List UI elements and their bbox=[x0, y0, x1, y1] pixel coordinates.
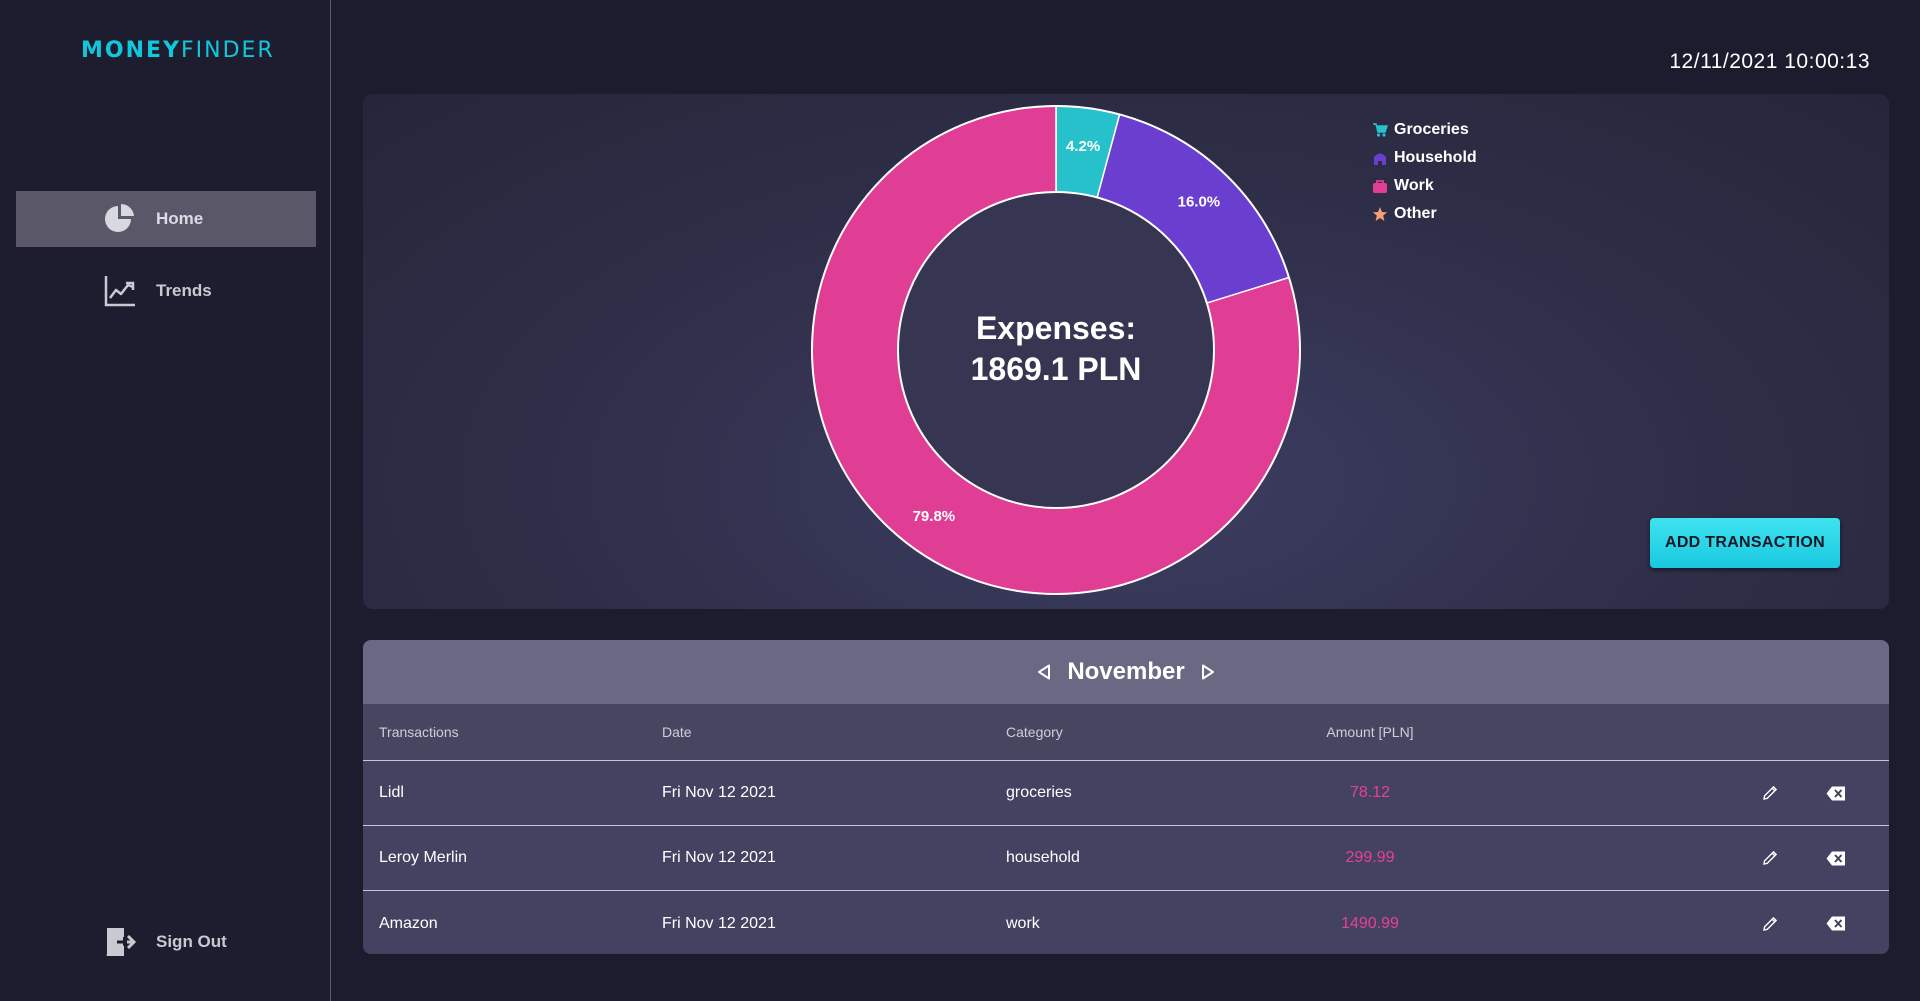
edit-button[interactable] bbox=[1756, 910, 1784, 938]
slice-percent-label: 79.8% bbox=[913, 508, 956, 525]
transaction-amount: 78.12 bbox=[1349, 784, 1391, 801]
transaction-name: Leroy Merlin bbox=[379, 849, 468, 866]
column-header-transactions: Transactions bbox=[379, 724, 459, 740]
chart-legend: Groceries Household Work Other bbox=[1372, 116, 1477, 228]
legend-label: Other bbox=[1394, 205, 1437, 222]
app-logo: MONEYFINDER bbox=[81, 38, 275, 63]
edit-button[interactable] bbox=[1756, 844, 1784, 872]
transaction-name: Lidl bbox=[379, 784, 404, 801]
transaction-category: groceries bbox=[1006, 784, 1072, 801]
edit-button[interactable] bbox=[1756, 779, 1784, 807]
backspace-icon bbox=[1826, 916, 1845, 931]
briefcase-icon bbox=[1373, 180, 1387, 193]
sidebar: MONEYFINDER Home Trends Sign Out bbox=[0, 0, 331, 1001]
pie-chart-icon bbox=[103, 202, 137, 236]
legend-label: Groceries bbox=[1394, 121, 1469, 138]
backspace-icon bbox=[1826, 851, 1845, 865]
transaction-date: Fri Nov 12 2021 bbox=[662, 914, 776, 932]
column-header-category: Category bbox=[1006, 724, 1063, 740]
transaction-category: work bbox=[1006, 914, 1040, 932]
transaction-amount: 299.99 bbox=[1345, 849, 1395, 866]
house-icon bbox=[1374, 153, 1386, 165]
app-root: MONEYFINDER Home Trends Sign Out 12/11/2… bbox=[0, 0, 1920, 1001]
slice-percent-label: 4.2% bbox=[1066, 138, 1100, 155]
transaction-name: Amazon bbox=[379, 914, 438, 932]
chart-center-title: Expenses: bbox=[976, 310, 1136, 346]
column-header-date: Date bbox=[662, 724, 692, 740]
sign-out-label: Sign Out bbox=[156, 932, 227, 951]
legend-item-groceries[interactable]: Groceries bbox=[1372, 116, 1477, 144]
logo-text-light: FINDER bbox=[180, 38, 275, 63]
sign-out-button[interactable]: Sign Out bbox=[16, 914, 316, 970]
table-header: Transactions Date Category Amount [PLN] bbox=[363, 704, 1889, 761]
pencil-icon bbox=[1763, 785, 1778, 800]
month-nav: November bbox=[1033, 658, 1218, 686]
legend-item-household[interactable]: Household bbox=[1372, 144, 1477, 172]
sidebar-item-trends[interactable]: Trends bbox=[16, 263, 316, 319]
pencil-icon bbox=[1763, 916, 1778, 931]
slice-percent-label: 16.0% bbox=[1178, 194, 1221, 211]
donut-hole bbox=[897, 191, 1215, 509]
column-header-amount: Amount [PLN] bbox=[1326, 724, 1414, 740]
sidebar-item-label: Trends bbox=[156, 281, 212, 300]
pencil-icon bbox=[1763, 850, 1778, 865]
delete-button[interactable] bbox=[1822, 779, 1850, 807]
expenses-chart-card: 4.2% 16.0% 79.8% Expenses: 1869.1 PLN Groc… bbox=[363, 94, 1889, 609]
logo-text-bold: MONEY bbox=[81, 38, 181, 63]
line-chart-icon bbox=[103, 274, 137, 308]
current-datetime: 12/11/2021 10:00:13 bbox=[1669, 50, 1870, 73]
table-row: Leroy Merlin Fri Nov 12 2021 household 2… bbox=[363, 826, 1889, 891]
transaction-date: Fri Nov 12 2021 bbox=[662, 849, 776, 866]
delete-button[interactable] bbox=[1822, 844, 1850, 872]
sidebar-item-home[interactable]: Home bbox=[16, 191, 316, 247]
cart-icon bbox=[1373, 123, 1388, 137]
transactions-table: November Transactions Date Category Amou… bbox=[363, 640, 1889, 954]
transaction-amount: 1490.99 bbox=[1341, 914, 1399, 932]
current-month: November bbox=[1067, 658, 1185, 685]
legend-label: Work bbox=[1394, 177, 1434, 194]
table-row: Amazon Fri Nov 12 2021 work 1490.99 bbox=[363, 891, 1889, 954]
delete-button[interactable] bbox=[1822, 910, 1850, 938]
legend-label: Household bbox=[1394, 149, 1477, 166]
prev-month-button[interactable] bbox=[1033, 661, 1055, 683]
star-icon bbox=[1373, 207, 1387, 221]
sign-out-icon bbox=[103, 925, 137, 959]
chevron-right-icon bbox=[1201, 664, 1214, 680]
add-transaction-button[interactable]: ADD TRANSACTION bbox=[1650, 518, 1840, 568]
transaction-category: household bbox=[1006, 849, 1080, 866]
sidebar-item-label: Home bbox=[156, 209, 204, 228]
month-selector: November bbox=[363, 640, 1889, 704]
legend-item-work[interactable]: Work bbox=[1372, 172, 1477, 200]
chart-center-total: 1869.1 PLN bbox=[971, 351, 1142, 387]
transaction-date: Fri Nov 12 2021 bbox=[662, 784, 776, 801]
next-month-button[interactable] bbox=[1197, 661, 1219, 683]
legend-item-other[interactable]: Other bbox=[1372, 200, 1477, 228]
chevron-left-icon bbox=[1038, 664, 1051, 680]
backspace-icon bbox=[1826, 786, 1845, 800]
table-row: Lidl Fri Nov 12 2021 groceries 78.12 bbox=[363, 761, 1889, 826]
